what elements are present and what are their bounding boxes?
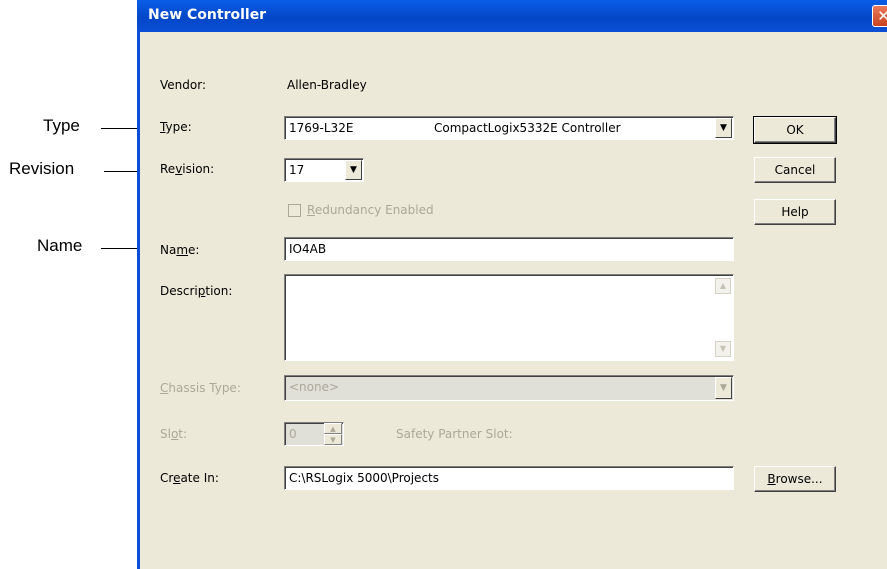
callout-type: Type	[43, 116, 80, 135]
new-controller-dialog: New Controller ✕ Vendor: Allen-Bradley T…	[137, 0, 887, 569]
ok-button[interactable]: OK	[753, 116, 837, 144]
type-code: 1769-L32E	[289, 121, 354, 135]
create-in-input[interactable]: C:\RSLogix 5000\Projects	[284, 466, 734, 490]
description-label: Description:	[160, 284, 233, 298]
chassis-type-select[interactable]: <none> ▼	[284, 375, 734, 401]
chevron-down-icon[interactable]: ▼	[345, 160, 362, 180]
slot-value: 0	[289, 427, 297, 441]
redundancy-label: Redundancy Enabled	[307, 203, 434, 217]
name-input[interactable]: IO4AB	[284, 237, 734, 261]
callout-revision: Revision	[9, 159, 75, 178]
browse-button[interactable]: Browse...	[754, 466, 836, 492]
cancel-button[interactable]: Cancel	[754, 157, 836, 183]
name-label: Name:	[160, 243, 200, 257]
close-button[interactable]: ✕	[872, 5, 887, 27]
scroll-up-icon[interactable]: ▲	[715, 278, 731, 294]
window-border	[137, 32, 140, 569]
chevron-down-icon[interactable]: ▼	[715, 118, 732, 138]
dialog-title: New Controller	[148, 7, 267, 23]
revision-select[interactable]: 17 ▼	[284, 158, 364, 182]
chevron-down-icon[interactable]: ▼	[715, 377, 732, 399]
slot-label: Slot:	[160, 427, 188, 441]
name-value: IO4AB	[289, 242, 327, 256]
create-in-value: C:\RSLogix 5000\Projects	[289, 471, 439, 485]
description-textarea[interactable]: ▲ ▼	[284, 274, 734, 361]
help-button[interactable]: Help	[754, 199, 836, 225]
type-label: Type:	[160, 120, 192, 134]
redundancy-checkbox[interactable]	[288, 204, 301, 217]
callout-name: Name	[37, 236, 83, 255]
slot-spin-buttons[interactable]: ▲ ▼	[324, 423, 342, 445]
revision-value: 17	[289, 163, 305, 177]
vendor-value: Allen-Bradley	[287, 78, 367, 92]
scroll-down-icon[interactable]: ▼	[715, 341, 731, 357]
slot-stepper[interactable]: 0 ▲ ▼	[284, 422, 344, 446]
chassis-type-value: <none>	[289, 380, 340, 394]
spin-down-icon[interactable]: ▼	[324, 434, 342, 445]
title-bar[interactable]: New Controller ✕	[137, 0, 887, 32]
vendor-label: Vendor:	[160, 78, 206, 92]
revision-label: Revision:	[160, 162, 215, 176]
safety-partner-slot-label: Safety Partner Slot:	[396, 427, 513, 441]
type-select[interactable]: 1769-L32E CompactLogix5332E Controller ▼	[284, 116, 734, 140]
type-description: CompactLogix5332E Controller	[434, 121, 621, 135]
chassis-type-label: Chassis Type:	[160, 381, 241, 395]
create-in-label: Create In:	[160, 471, 219, 485]
close-icon: ✕	[877, 7, 887, 25]
